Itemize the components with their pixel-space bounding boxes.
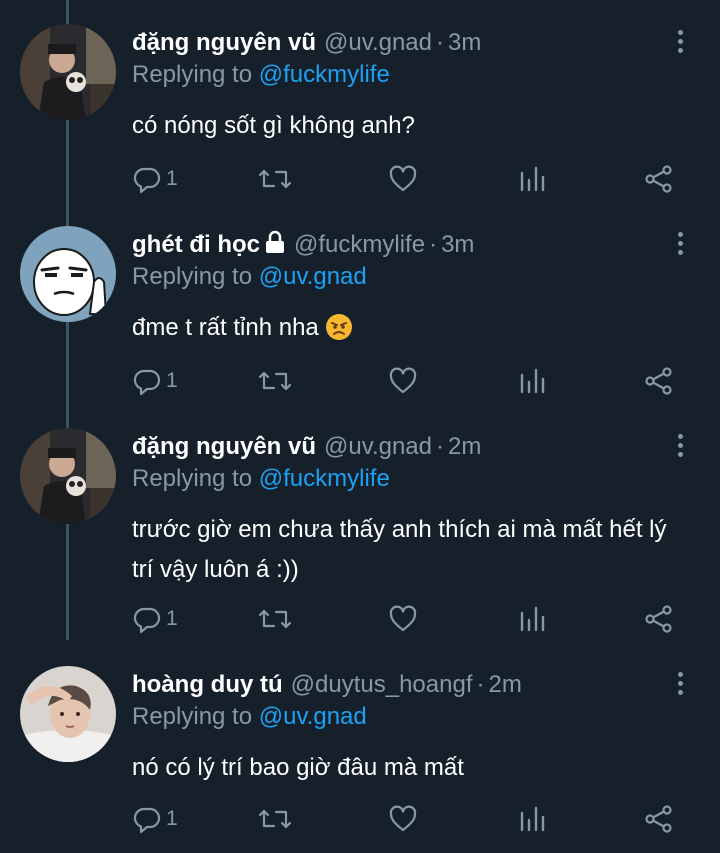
separator: · — [476, 671, 485, 698]
reply-prefix: Replying to — [132, 703, 253, 730]
share-icon — [645, 605, 672, 633]
heart-icon — [389, 605, 417, 632]
retweet-button[interactable] — [258, 802, 292, 836]
more-icon[interactable] — [672, 230, 688, 258]
tweet-header: ghét đi học @fuckmylife · 3m — [132, 230, 474, 262]
reply-prefix: Replying to — [132, 61, 253, 88]
retweet-icon — [258, 371, 292, 391]
stats-icon — [520, 166, 545, 192]
stats-button[interactable] — [518, 802, 548, 836]
avatar[interactable] — [20, 24, 116, 120]
action-bar: 1 — [132, 364, 692, 398]
share-button[interactable] — [644, 364, 674, 398]
reply-context: Replying to @uv.gnad — [132, 702, 367, 732]
tweet[interactable]: ghét đi học @fuckmylife · 3m Replying to @u… — [0, 226, 720, 416]
heart-icon — [389, 367, 417, 394]
display-name[interactable]: ghét đi học — [132, 231, 260, 258]
retweet-icon — [258, 609, 292, 629]
share-button[interactable] — [644, 602, 674, 636]
tweet[interactable]: hoàng duy tú @duytus_hoangf · 2m Replying t… — [0, 666, 720, 853]
separator: · — [436, 433, 445, 460]
separator: · — [436, 29, 445, 56]
share-icon — [645, 165, 672, 193]
reply-prefix: Replying to — [132, 465, 253, 492]
reply-count: 1 — [166, 167, 178, 190]
reply-context: Replying to @fuckmylife — [132, 60, 390, 90]
more-icon[interactable] — [672, 432, 688, 460]
heart-icon — [389, 805, 417, 832]
display-name[interactable]: hoàng duy tú — [132, 671, 283, 698]
share-button[interactable] — [644, 162, 674, 196]
retweet-button[interactable] — [258, 602, 292, 636]
tweet-text-content: đme t rất tỉnh nha — [132, 314, 319, 341]
reply-count: 1 — [166, 607, 178, 630]
heart-icon — [389, 165, 417, 192]
reply-button[interactable]: 1 — [132, 802, 178, 836]
reply-count: 1 — [166, 807, 178, 830]
reply-button[interactable]: 1 — [132, 162, 178, 196]
stats-button[interactable] — [518, 364, 548, 398]
reply-prefix: Replying to — [132, 263, 253, 290]
stats-button[interactable] — [518, 602, 548, 636]
like-button[interactable] — [388, 802, 418, 836]
avatar[interactable] — [20, 666, 116, 762]
lock-icon — [264, 230, 286, 262]
timestamp[interactable]: 2m — [448, 433, 481, 460]
timestamp[interactable]: 3m — [448, 29, 481, 56]
tweet-header: đặng nguyên vũ @uv.gnad · 2m — [132, 432, 481, 462]
share-icon — [645, 805, 672, 833]
share-icon — [645, 367, 672, 395]
display-name[interactable]: đặng nguyên vũ — [132, 433, 316, 460]
reply-icon — [133, 369, 161, 396]
user-handle[interactable]: @uv.gnad — [324, 29, 432, 56]
retweet-button[interactable] — [258, 162, 292, 196]
action-bar: 1 — [132, 802, 692, 836]
more-icon[interactable] — [672, 28, 688, 56]
action-bar: 1 — [132, 162, 692, 196]
retweet-icon — [258, 169, 292, 189]
like-button[interactable] — [388, 162, 418, 196]
reply-context: Replying to @fuckmylife — [132, 464, 390, 494]
tweet-text: nó có lý trí bao giờ đâu mà mất — [132, 754, 464, 781]
timestamp[interactable]: 2m — [488, 671, 521, 698]
reply-context: Replying to @uv.gnad — [132, 262, 367, 292]
reply-button[interactable]: 1 — [132, 364, 178, 398]
share-button[interactable] — [644, 802, 674, 836]
reply-count: 1 — [166, 369, 178, 392]
user-handle[interactable]: @uv.gnad — [324, 433, 432, 460]
tweet[interactable]: đặng nguyên vũ @uv.gnad · 2m Replying to @f… — [0, 428, 720, 654]
reply-button[interactable]: 1 — [132, 602, 178, 636]
reply-mention[interactable]: @fuckmylife — [259, 465, 390, 492]
avatar[interactable] — [20, 226, 116, 322]
action-bar: 1 — [132, 602, 692, 636]
reply-mention[interactable]: @uv.gnad — [259, 703, 367, 730]
stats-icon — [520, 368, 545, 394]
avatar[interactable] — [20, 428, 116, 524]
separator: · — [429, 231, 438, 258]
tweet-text: đme t rất tỉnh nha — [132, 308, 692, 354]
like-button[interactable] — [388, 364, 418, 398]
angry-face-icon — [325, 313, 353, 354]
stats-icon — [520, 806, 545, 832]
retweet-button[interactable] — [258, 364, 292, 398]
tweet[interactable]: đặng nguyên vũ @uv.gnad · 3m Replying to @f… — [0, 24, 720, 214]
reply-mention[interactable]: @fuckmylife — [259, 61, 390, 88]
tweet-text: có nóng sốt gì không anh? — [132, 112, 415, 139]
like-button[interactable] — [388, 602, 418, 636]
reply-icon — [133, 607, 161, 634]
timestamp[interactable]: 3m — [441, 231, 474, 258]
reply-icon — [133, 807, 161, 834]
user-handle[interactable]: @fuckmylife — [294, 231, 425, 258]
retweet-icon — [258, 809, 292, 829]
stats-button[interactable] — [518, 162, 548, 196]
reply-icon — [133, 167, 161, 194]
stats-icon — [520, 606, 545, 632]
user-handle[interactable]: @duytus_hoangf — [291, 671, 473, 698]
tweet-text: trước giờ em chưa thấy anh thích ai mà m… — [132, 516, 667, 583]
tweet-header: đặng nguyên vũ @uv.gnad · 3m — [132, 28, 481, 58]
tweet-header: hoàng duy tú @duytus_hoangf · 2m — [132, 670, 522, 700]
more-icon[interactable] — [672, 670, 688, 698]
reply-mention[interactable]: @uv.gnad — [259, 263, 367, 290]
display-name[interactable]: đặng nguyên vũ — [132, 29, 316, 56]
